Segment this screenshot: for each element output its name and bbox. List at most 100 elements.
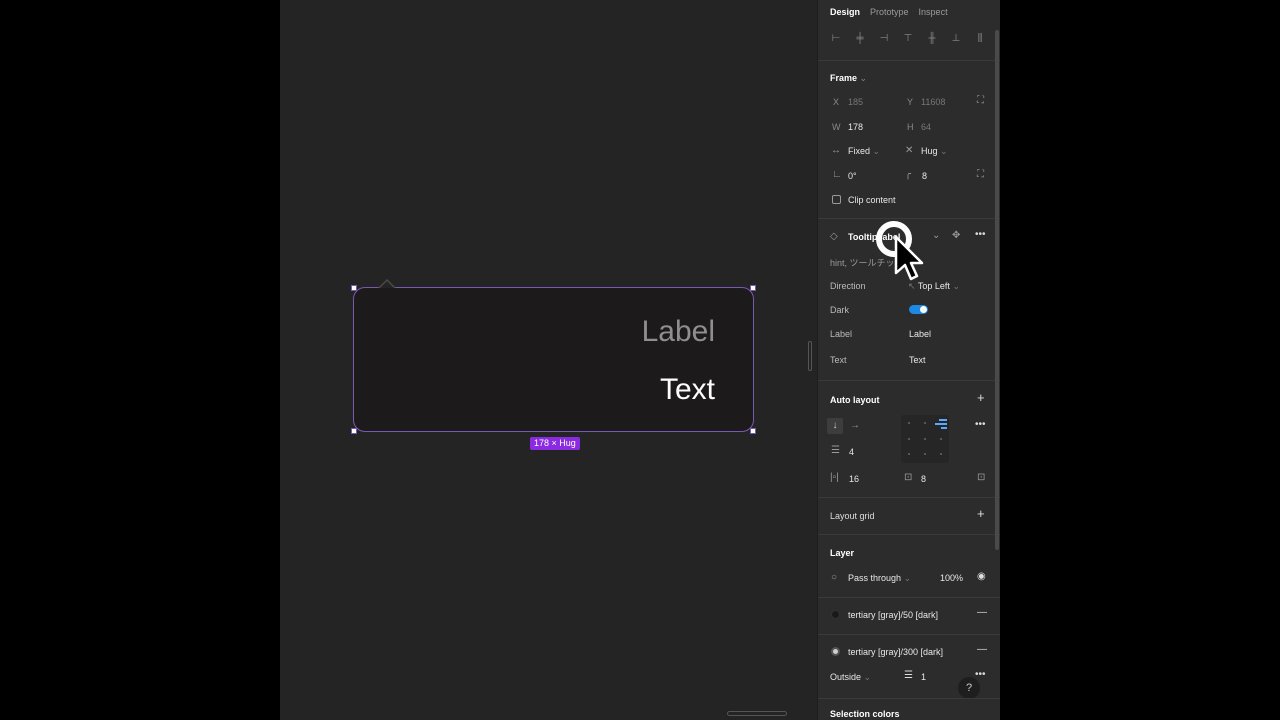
- vertical-padding-input[interactable]: 8: [921, 474, 926, 484]
- layer-opacity-input[interactable]: 100%: [940, 573, 963, 583]
- prop-dark-label: Dark: [830, 305, 850, 315]
- height-mode-select[interactable]: Hug ⌄: [921, 146, 948, 157]
- blend-mode-select[interactable]: Pass through ⌄: [848, 573, 911, 584]
- frame-section-title[interactable]: Frame ⌄: [830, 73, 867, 84]
- stroke-weight-icon: ☰: [904, 670, 913, 681]
- rotation-input[interactable]: 0°: [848, 171, 857, 181]
- resize-handle-top-left[interactable]: [351, 285, 357, 291]
- align-center-v-icon[interactable]: ╫: [926, 33, 938, 45]
- remove-stroke-icon[interactable]: —: [977, 645, 987, 655]
- stroke-position-select[interactable]: Outside ⌄: [830, 672, 871, 683]
- tab-prototype[interactable]: Prototype: [870, 7, 909, 17]
- divider: [818, 218, 1000, 219]
- divider: [818, 497, 1000, 498]
- align-right-icon[interactable]: ⊣: [878, 33, 890, 45]
- x-label: X: [833, 97, 840, 107]
- more-options-icon[interactable]: •••: [975, 230, 986, 240]
- radius-input[interactable]: 8: [922, 171, 927, 181]
- rotation-icon: ∟: [832, 169, 842, 180]
- individual-padding-icon[interactable]: ⊡: [977, 473, 985, 483]
- distribute-icon[interactable]: ⫼: [974, 33, 986, 45]
- tooltip-body-text: Text: [659, 373, 715, 406]
- prop-dark-toggle[interactable]: [909, 305, 928, 314]
- mouse-pointer-icon: [894, 235, 924, 281]
- chevron-down-icon[interactable]: ⌄: [932, 231, 940, 241]
- tab-inspect[interactable]: Inspect: [919, 7, 948, 17]
- horizontal-padding-icon: |▫|: [830, 472, 839, 483]
- alignment-indicator: [935, 419, 947, 431]
- prop-label-input[interactable]: Label: [909, 329, 931, 339]
- stroke-weight-input[interactable]: 1: [921, 672, 926, 682]
- remove-fill-icon[interactable]: —: [977, 608, 987, 618]
- add-layout-grid-icon[interactable]: +: [977, 507, 985, 520]
- prop-text-input[interactable]: Text: [909, 355, 926, 365]
- properties-panel: Design Prototype Inspect ⊢ ╪ ⊣ ⊤ ╫ ⊥ ⫼ F…: [817, 0, 1000, 720]
- resize-handle-bottom-left[interactable]: [351, 428, 357, 434]
- blend-mode-icon: ○: [831, 572, 838, 583]
- clip-content-checkbox[interactable]: [832, 195, 841, 204]
- visibility-eye-icon[interactable]: ◉: [977, 572, 986, 582]
- divider: [818, 698, 1000, 699]
- right-letterbox: [1000, 0, 1280, 720]
- resize-handle-top-right[interactable]: [750, 285, 756, 291]
- divider: [818, 60, 1000, 61]
- panel-tabs: Design Prototype Inspect: [830, 7, 948, 17]
- clip-content-label: Clip content: [848, 195, 896, 205]
- tab-design[interactable]: Design: [830, 7, 860, 17]
- w-label: W: [832, 122, 841, 132]
- x-input[interactable]: 185: [848, 97, 863, 107]
- fill-style-name[interactable]: tertiary [gray]/50 [dark]: [848, 610, 938, 620]
- prop-direction-label: Direction: [830, 281, 866, 291]
- align-bottom-icon[interactable]: ⊥: [950, 33, 962, 45]
- auto-layout-more-icon[interactable]: •••: [975, 420, 986, 430]
- vertical-padding-icon: ⊡: [904, 472, 913, 483]
- stroke-style-name[interactable]: tertiary [gray]/300 [dark]: [848, 647, 943, 657]
- gap-input[interactable]: 4: [849, 447, 854, 457]
- divider: [818, 534, 1000, 535]
- align-left-icon[interactable]: ⊢: [830, 33, 842, 45]
- align-top-icon[interactable]: ⊤: [902, 33, 914, 45]
- h-input[interactable]: 64: [921, 122, 931, 132]
- prop-text-label: Text: [830, 355, 847, 365]
- fill-swatch[interactable]: [831, 610, 840, 619]
- h-label: H: [907, 122, 914, 132]
- stroke-more-icon[interactable]: •••: [975, 670, 986, 680]
- stroke-swatch[interactable]: [831, 647, 840, 656]
- layer-title: Layer: [830, 548, 855, 558]
- w-input[interactable]: 178: [848, 122, 863, 132]
- corner-radius-icon: ╭: [905, 169, 912, 180]
- tooltip-pointer: [378, 279, 396, 288]
- auto-layout-title: Auto layout: [830, 395, 880, 405]
- component-instance-icon: ◇: [830, 231, 838, 242]
- add-auto-layout-icon[interactable]: +: [977, 391, 985, 404]
- design-canvas[interactable]: Label Text 178 × Hug: [280, 0, 817, 720]
- divider: [818, 380, 1000, 381]
- constraints-icon[interactable]: ⛶: [977, 96, 984, 106]
- gap-icon: ☰: [831, 445, 840, 456]
- tooltip-frame[interactable]: Label Text: [353, 279, 754, 432]
- align-center-h-icon[interactable]: ╪: [854, 33, 866, 45]
- divider: [818, 597, 1000, 598]
- horizontal-resize-icon: ↔: [831, 145, 841, 156]
- direction-vertical-button[interactable]: ↓: [827, 418, 843, 434]
- horizontal-padding-input[interactable]: 16: [849, 474, 859, 484]
- help-button[interactable]: ?: [958, 677, 980, 699]
- layout-grid-title: Layout grid: [830, 511, 875, 521]
- canvas-vertical-scrollbar[interactable]: [808, 341, 812, 371]
- independent-corners-icon[interactable]: ⛶: [977, 170, 984, 180]
- y-label: Y: [907, 97, 914, 107]
- panel-scrollbar[interactable]: [995, 30, 999, 550]
- component-description: hint, ツールチップ: [830, 258, 904, 268]
- vertical-resize-icon: ✕: [905, 145, 914, 156]
- alignment-grid[interactable]: [901, 415, 949, 463]
- size-badge: 178 × Hug: [530, 437, 580, 450]
- y-input[interactable]: 11608: [921, 97, 945, 107]
- divider: [818, 634, 1000, 635]
- tooltip-label-text: Label: [641, 315, 715, 348]
- resize-handle-bottom-right[interactable]: [750, 428, 756, 434]
- selection-colors-title: Selection colors: [830, 709, 900, 719]
- direction-horizontal-icon[interactable]: →: [850, 421, 860, 431]
- go-to-main-component-icon[interactable]: ✥: [952, 231, 960, 241]
- canvas-horizontal-scrollbar[interactable]: [727, 711, 787, 716]
- width-mode-select[interactable]: Fixed ⌄: [848, 146, 880, 157]
